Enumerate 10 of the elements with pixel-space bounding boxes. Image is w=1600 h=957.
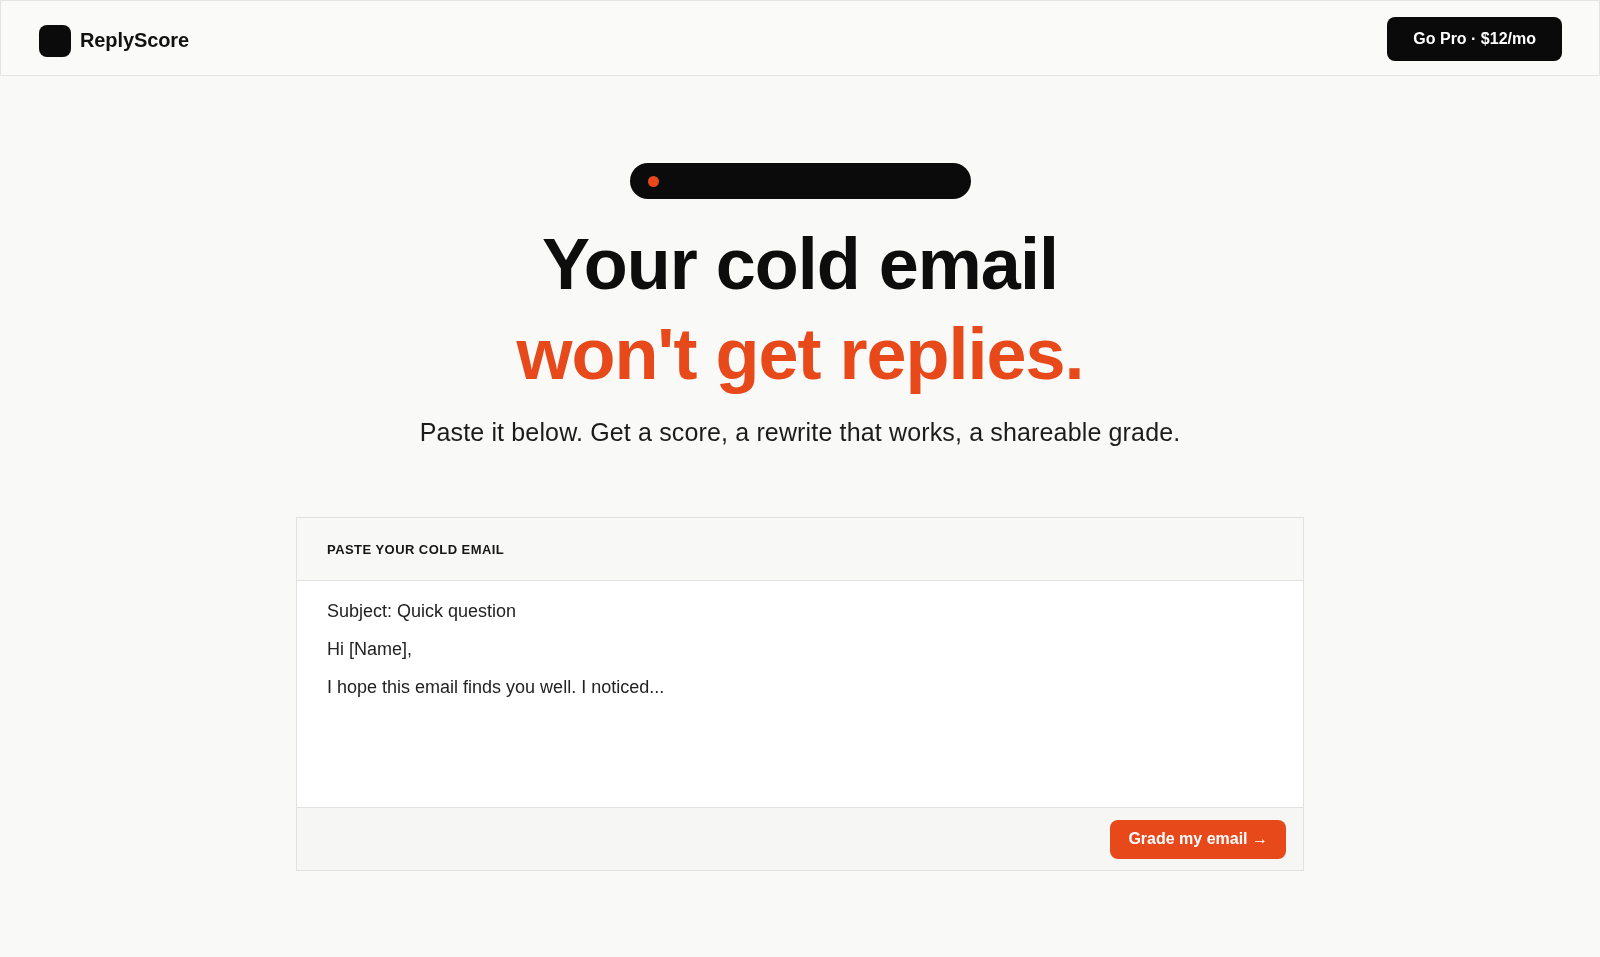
logo-icon bbox=[39, 24, 71, 57]
headline: Your cold email bbox=[542, 223, 1058, 306]
status-dot-icon bbox=[647, 175, 659, 187]
card-label: PASTE YOUR COLD EMAIL bbox=[327, 541, 505, 557]
email-input-field[interactable]: Subject: Quick question Hi [Name], I hope this email finds you well. I noticed... bbox=[297, 580, 1303, 808]
go-pro-button[interactable]: Go Pro · $12/mo bbox=[1387, 16, 1562, 61]
subtitle: Paste it below. Get a score, a rewrite that works, a shareable grade. bbox=[419, 417, 1181, 448]
brand-name: ReplyScore bbox=[80, 29, 190, 52]
headline-accent: won't get replies. bbox=[516, 313, 1084, 396]
grade-email-button[interactable]: Grade my email → bbox=[1110, 819, 1286, 859]
